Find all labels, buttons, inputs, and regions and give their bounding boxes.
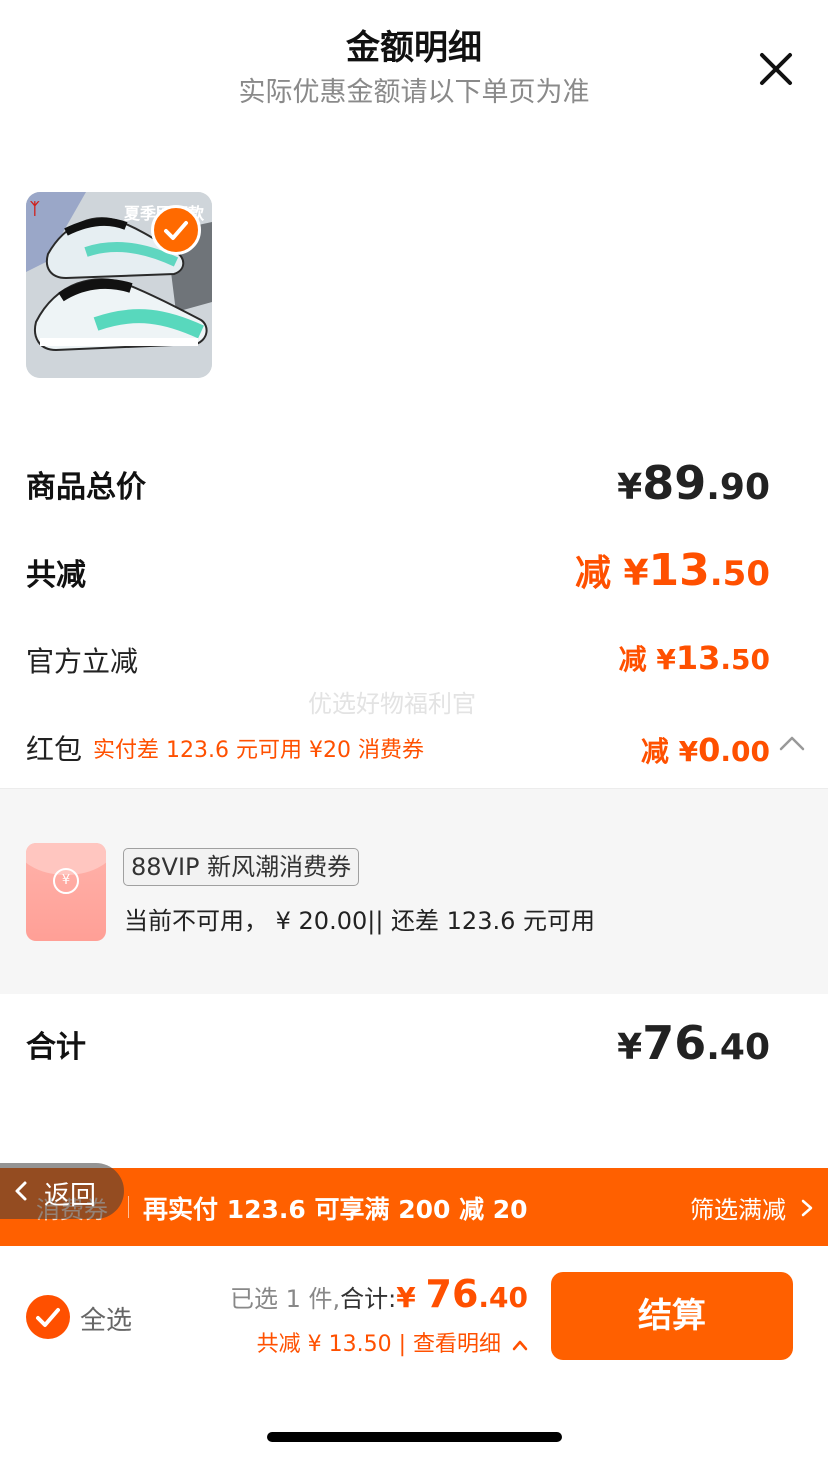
- savings-text: 共减 ¥ 13.50 | 查看明细: [256, 1332, 501, 1357]
- total-discount-row: 共减 减 ¥13.50: [26, 544, 770, 604]
- selected-summary: 已选 1 件,合计:¥ 76.40: [230, 1272, 528, 1316]
- back-button[interactable]: 返回: [0, 1163, 124, 1219]
- total-discount-int: 13: [648, 545, 710, 596]
- product-selected-check[interactable]: [151, 205, 201, 255]
- grand-total-currency: ¥: [617, 1027, 643, 1068]
- official-discount-label: 官方立减: [26, 645, 139, 678]
- red-packet-discount-value: 减 ¥0.00: [641, 730, 770, 770]
- red-packet-discount-dec: .00: [720, 735, 770, 768]
- close-icon: [760, 53, 792, 85]
- selected-total-label: 合计:: [340, 1285, 397, 1313]
- red-envelope-icon: ¥: [26, 843, 106, 941]
- goods-total-currency: ¥: [617, 467, 643, 508]
- check-icon: [36, 1308, 60, 1327]
- collapse-button[interactable]: [778, 733, 806, 753]
- chevron-left-icon: [15, 1181, 27, 1201]
- page-title: 金额明细: [346, 28, 482, 68]
- total-discount-dec: .50: [709, 554, 770, 594]
- goods-total-dec: .90: [706, 467, 770, 508]
- promo-message: 再实付 123.6 可享满 200 减 20: [143, 1195, 528, 1224]
- select-all-label[interactable]: 全选: [80, 1300, 132, 1337]
- promo-bar: 消费券 再实付 123.6 可享满 200 减 20 筛选满减: [0, 1168, 828, 1246]
- page-subtitle: 实际优惠金额请以下单页为准: [238, 77, 590, 108]
- official-discount-dec: .50: [720, 643, 770, 676]
- header: 金额明细 实际优惠金额请以下单页为准: [0, 0, 828, 120]
- total-discount-value: 减 ¥13.50: [575, 544, 770, 596]
- promo-divider: [128, 1196, 129, 1218]
- selected-total-value: ¥ 76.40: [396, 1272, 528, 1316]
- official-discount-value: 减 ¥13.50: [619, 638, 770, 678]
- yuan-coin-icon: ¥: [53, 868, 79, 894]
- total-discount-prefix: 减 ¥: [574, 553, 649, 594]
- svg-text:ᛉ: ᛉ: [30, 199, 40, 218]
- grand-total-row: 合计 ¥76.40: [26, 1016, 770, 1076]
- official-discount-int: 13: [675, 639, 721, 677]
- red-packet-discount-int: 0: [698, 731, 721, 769]
- official-discount-row: 官方立减 减 ¥13.50: [26, 636, 770, 686]
- chevron-right-icon: [800, 1198, 814, 1218]
- filter-promotions-link[interactable]: 筛选满减: [690, 1190, 786, 1225]
- goods-total-row: 商品总价 ¥89.90: [26, 456, 770, 516]
- grand-total-label: 合计: [26, 1030, 86, 1065]
- grand-total-int: 76: [642, 1016, 707, 1070]
- watermark: 优选好物福利官: [308, 690, 476, 718]
- red-packet-note: 实付差 123.6 元可用 ¥20 消费券: [93, 738, 424, 763]
- goods-total-int: 89: [642, 456, 707, 510]
- chevron-up-icon: [779, 736, 805, 751]
- total-discount-label: 共减: [26, 558, 86, 593]
- select-all-checkbox[interactable]: [26, 1295, 70, 1339]
- selected-total-currency: ¥: [396, 1281, 426, 1314]
- official-discount-prefix: 减 ¥: [618, 643, 676, 676]
- view-details-link[interactable]: 共减 ¥ 13.50 | 查看明细: [257, 1326, 528, 1358]
- selected-total-dec: .40: [478, 1281, 528, 1314]
- bottom-bar: 全选 已选 1 件,合计:¥ 76.40 共减 ¥ 13.50 | 查看明细 结…: [0, 1246, 828, 1460]
- back-button-label: 返回: [44, 1181, 97, 1211]
- goods-total-label: 商品总价: [26, 470, 146, 505]
- grand-total-dec: .40: [706, 1027, 770, 1068]
- red-packet-label: 红包: [26, 733, 83, 766]
- chevron-up-small-icon: [512, 1340, 528, 1351]
- check-icon: [164, 221, 188, 240]
- selected-total-int: 76: [425, 1272, 479, 1316]
- coupon-panel: ¥ 88VIP 新风潮消费券 当前不可用， ¥ 20.00|| 还差 123.6…: [0, 788, 828, 994]
- coupon-status: 当前不可用， ¥ 20.00|| 还差 123.6 元可用: [124, 907, 595, 935]
- home-indicator: [267, 1432, 562, 1442]
- close-button[interactable]: [750, 45, 800, 95]
- selected-count: 已选 1 件,: [230, 1285, 341, 1313]
- coupon-name-tag: 88VIP 新风潮消费券: [123, 848, 360, 886]
- checkout-button[interactable]: 结算: [551, 1272, 793, 1360]
- goods-total-value: ¥89.90: [617, 456, 770, 510]
- red-packet-discount-prefix: 减 ¥: [640, 735, 699, 768]
- red-packet-row[interactable]: 红包 实付差 123.6 元可用 ¥20 消费券 减 ¥0.00: [26, 726, 770, 776]
- grand-total-value: ¥76.40: [617, 1016, 770, 1070]
